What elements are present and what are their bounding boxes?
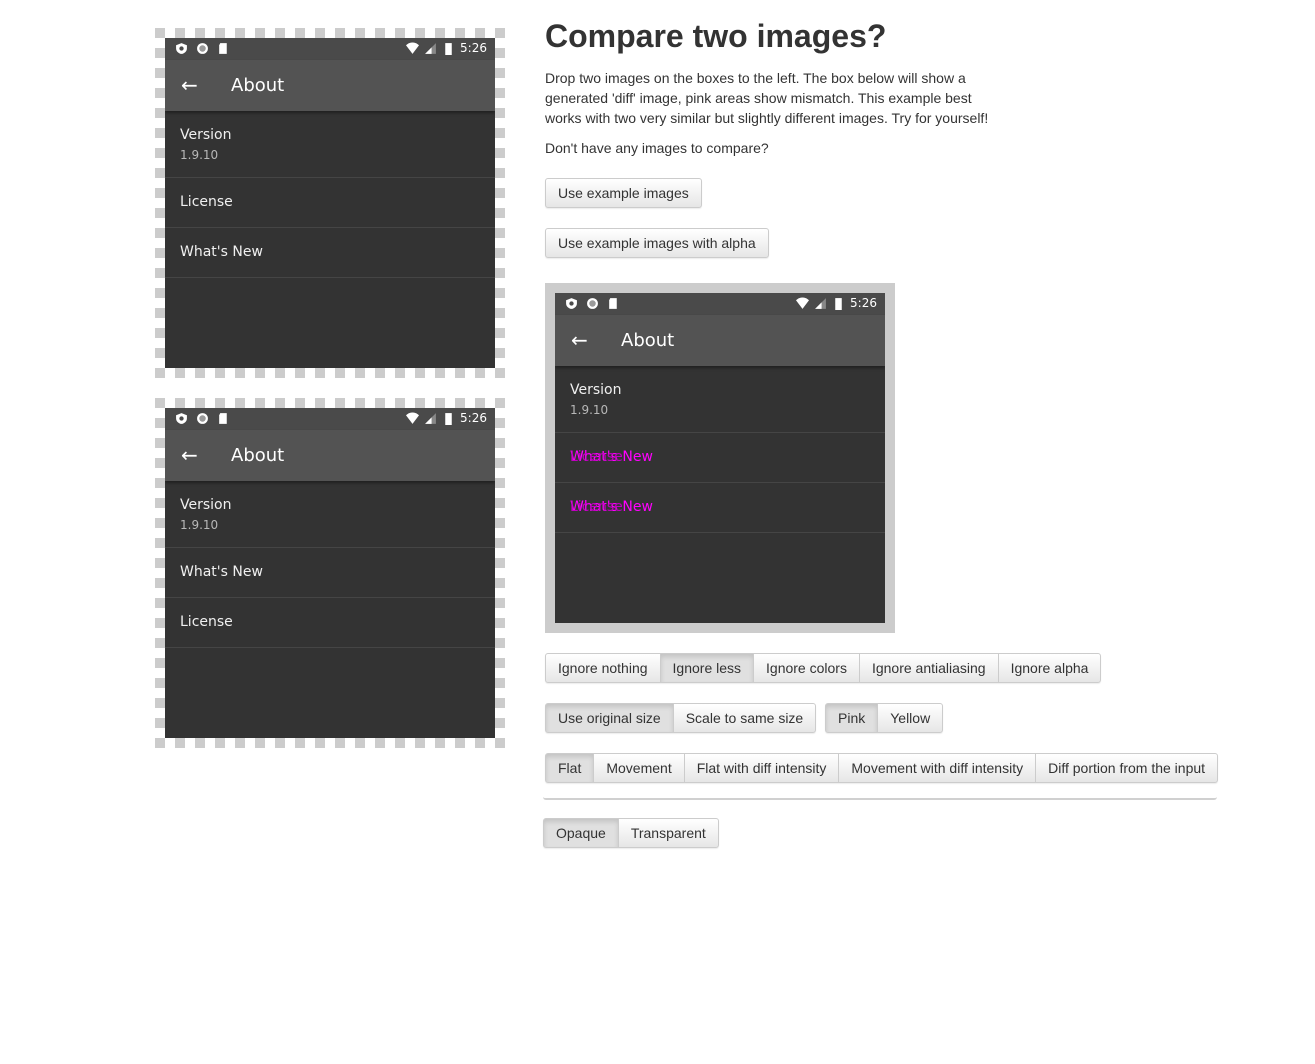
use-example-images-alpha-button[interactable]: Use example images with alpha	[545, 228, 769, 258]
circle-icon	[587, 298, 598, 309]
list-item: Version 1.9.10	[165, 481, 495, 548]
scale-to-same-size-button[interactable]: Scale to same size	[672, 703, 817, 733]
list-item-title: License	[180, 614, 233, 630]
signal-icon	[425, 42, 436, 54]
list-item: What's New	[165, 228, 495, 278]
diff-portion-from-input-button[interactable]: Diff portion from the input	[1035, 753, 1219, 783]
image-drop-zone-1[interactable]: 5:26 ← About Version 1.9.10 License What…	[155, 28, 505, 378]
transparent-button[interactable]: Transparent	[617, 818, 719, 848]
image-drop-zone-2[interactable]: 5:26 ← About Version 1.9.10 What's New L…	[155, 398, 505, 748]
circle-icon	[197, 43, 208, 54]
wifi-icon	[796, 297, 810, 309]
diff-result-box: 5:26 ← About Version 1.9.10 What's New L…	[545, 283, 895, 633]
list-item-subtitle: 1.9.10	[570, 403, 609, 417]
size-options-group: Use original size Scale to same size	[545, 703, 817, 733]
page-title: Compare two images?	[545, 18, 887, 54]
list-item: License	[165, 598, 495, 648]
app-toolbar: ← About	[165, 60, 495, 111]
list-item-overlay-title: License	[570, 449, 623, 465]
list-item-title: License	[180, 194, 233, 210]
list-item-diff: What's New License	[555, 433, 885, 483]
list-item-subtitle: 1.9.10	[180, 518, 219, 532]
opaque-button[interactable]: Opaque	[543, 818, 619, 848]
toolbar-title: About	[621, 330, 675, 351]
battery-icon	[835, 297, 842, 310]
use-example-images-button[interactable]: Use example images	[545, 178, 702, 208]
ignore-nothing-button[interactable]: Ignore nothing	[545, 653, 661, 683]
ignore-antialiasing-button[interactable]: Ignore antialiasing	[858, 653, 999, 683]
back-arrow-icon: ←	[181, 443, 198, 467]
ignore-options-group: Ignore nothing Ignore less Ignore colors…	[545, 653, 1102, 683]
ignore-alpha-button[interactable]: Ignore alpha	[997, 653, 1102, 683]
opacity-options-group: Opaque Transparent	[543, 818, 719, 848]
back-arrow-icon: ←	[181, 73, 198, 97]
flat-button[interactable]: Flat	[545, 753, 595, 783]
list-item: Version 1.9.10	[165, 111, 495, 178]
list-item: What's New	[165, 548, 495, 598]
status-bar: 5:26	[555, 293, 885, 315]
list-item-title: Version	[180, 497, 232, 513]
use-original-size-button[interactable]: Use original size	[545, 703, 674, 733]
shield-icon	[176, 43, 187, 54]
pink-button[interactable]: Pink	[825, 703, 879, 733]
diff-image: 5:26 ← About Version 1.9.10 What's New L…	[555, 293, 885, 623]
list-item: License	[165, 178, 495, 228]
battery-icon	[445, 412, 452, 425]
list-item-subtitle: 1.9.10	[180, 148, 219, 162]
list-item-overlay-title: License	[570, 499, 623, 515]
battery-icon	[445, 42, 452, 55]
status-bar: 5:26	[165, 38, 495, 60]
app-toolbar: ← About	[165, 430, 495, 481]
list-item-title: What's New	[180, 564, 263, 580]
toolbar-title: About	[231, 75, 285, 96]
intro-description: Drop two images on the boxes to the left…	[545, 70, 989, 126]
color-options-group: Pink Yellow	[825, 703, 944, 733]
screenshot-image-1: 5:26 ← About Version 1.9.10 License What…	[165, 38, 495, 368]
list-item-title: What's New	[180, 244, 263, 260]
no-images-prompt: Don't have any images to compare?	[545, 140, 769, 156]
circle-icon	[197, 413, 208, 424]
status-time: 5:26	[460, 411, 487, 425]
status-time: 5:26	[850, 296, 877, 310]
shield-icon	[176, 413, 187, 424]
wifi-icon	[406, 42, 420, 54]
yellow-button[interactable]: Yellow	[877, 703, 944, 733]
movement-button[interactable]: Movement	[593, 753, 685, 783]
list-item-title: Version	[570, 382, 622, 398]
sd-card-icon	[219, 413, 227, 424]
screenshot-image-2: 5:26 ← About Version 1.9.10 What's New L…	[165, 408, 495, 738]
ignore-colors-button[interactable]: Ignore colors	[753, 653, 860, 683]
list-item-diff: What's New License	[555, 483, 885, 533]
status-bar: 5:26	[165, 408, 495, 430]
flat-with-diff-intensity-button[interactable]: Flat with diff intensity	[683, 753, 840, 783]
sd-card-icon	[609, 298, 617, 309]
signal-icon	[815, 297, 826, 309]
list-item: Version 1.9.10	[555, 366, 885, 433]
ignore-less-button[interactable]: Ignore less	[659, 653, 755, 683]
signal-icon	[425, 412, 436, 424]
app-toolbar: ← About	[555, 315, 885, 366]
button-group-divider	[543, 794, 1217, 800]
back-arrow-icon: ←	[571, 328, 588, 352]
list-item-title: Version	[180, 127, 232, 143]
shield-icon	[566, 298, 577, 309]
status-time: 5:26	[460, 41, 487, 55]
diff-mode-options-group: Flat Movement Flat with diff intensity M…	[545, 753, 1219, 783]
wifi-icon	[406, 412, 420, 424]
toolbar-title: About	[231, 445, 285, 466]
movement-with-diff-intensity-button[interactable]: Movement with diff intensity	[838, 753, 1037, 783]
sd-card-icon	[219, 43, 227, 54]
